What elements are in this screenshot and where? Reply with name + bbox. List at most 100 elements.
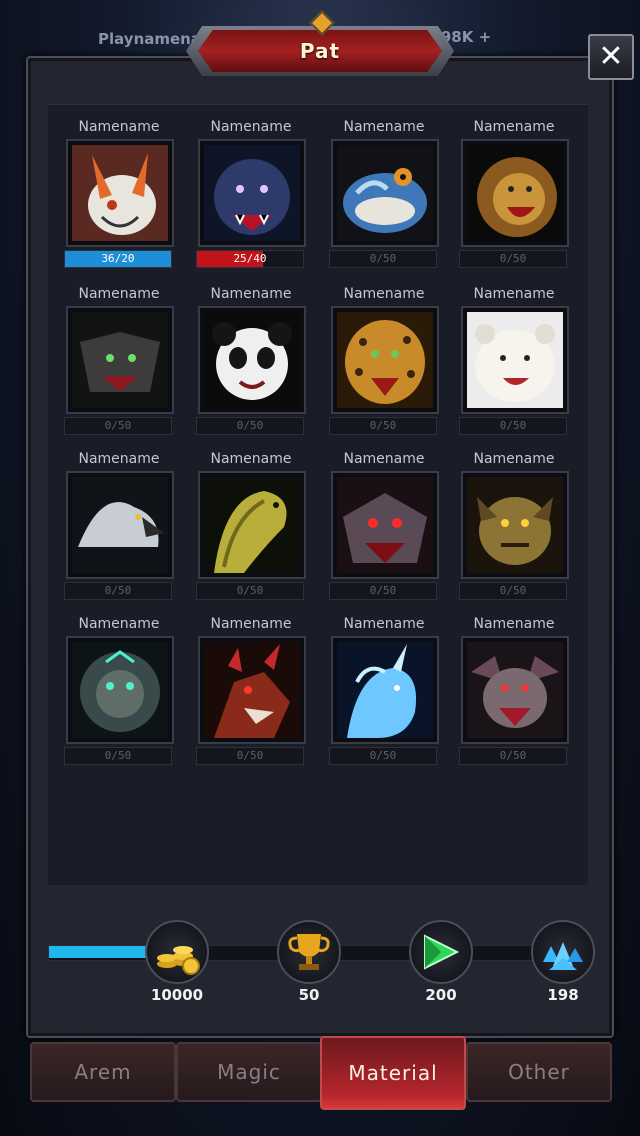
red-dragon-icon (204, 642, 300, 738)
pet-card[interactable]: Namename 0/50 (459, 602, 569, 765)
pet-card[interactable]: Namename 0/50 (64, 602, 174, 765)
tab-material[interactable]: Material (320, 1036, 466, 1110)
pet-name: Namename (473, 286, 555, 302)
tab-arem[interactable]: Arem (30, 1042, 176, 1102)
pet-card[interactable]: Namename 0/50 (329, 105, 439, 268)
pet-progress-bar: 0/50 (329, 747, 437, 765)
trophy-icon (277, 920, 341, 984)
pet-portrait[interactable] (331, 139, 439, 247)
add-resource-button[interactable]: + (479, 28, 492, 46)
panda-icon (204, 312, 300, 408)
pet-card[interactable]: Namename 0/50 (196, 437, 306, 600)
pet-grid: Namename 36/20 Namename 25/40 Namename 0/50 Na… (48, 104, 588, 885)
pet-card[interactable]: Namename 0/50 (329, 272, 439, 435)
spirit-lion-icon (72, 642, 168, 738)
eagle-icon (72, 477, 168, 573)
tab-magic[interactable]: Magic (176, 1042, 322, 1102)
pet-name: Namename (210, 286, 292, 302)
pet-progress-text: 0/50 (236, 749, 264, 762)
blue-wolf-icon (204, 145, 300, 241)
pet-card[interactable]: Namename 0/50 (459, 437, 569, 600)
lion-icon (467, 145, 563, 241)
pet-portrait[interactable] (198, 139, 306, 247)
tab-bar: Arem Magic Material Other (30, 1036, 612, 1110)
pet-progress-bar: 0/50 (329, 417, 437, 435)
pet-portrait[interactable] (198, 636, 306, 744)
pet-portrait[interactable] (461, 471, 569, 579)
pet-progress-bar: 0/50 (459, 417, 567, 435)
pet-name: Namename (78, 286, 160, 302)
pet-portrait[interactable] (461, 139, 569, 247)
pet-progress-bar: 0/50 (459, 250, 567, 268)
close-button[interactable]: ✕ (588, 34, 634, 80)
red-demon-wolf-icon (337, 477, 433, 573)
pet-portrait[interactable] (331, 306, 439, 414)
pet-progress-text: 0/50 (499, 419, 527, 432)
pet-name: Namename (473, 119, 555, 135)
pet-card[interactable]: Namename 0/50 (459, 272, 569, 435)
pet-portrait[interactable] (198, 471, 306, 579)
pet-progress-bar: 0/50 (64, 417, 172, 435)
pet-portrait[interactable] (461, 636, 569, 744)
pet-name: Namename (210, 616, 292, 632)
pet-portrait[interactable] (66, 636, 174, 744)
pet-portrait[interactable] (331, 636, 439, 744)
blue-crystals-icon (531, 920, 595, 984)
pet-name: Namename (343, 616, 425, 632)
pet-progress-text: 0/50 (104, 749, 132, 762)
pet-name: Namename (343, 451, 425, 467)
pet-card[interactable]: Namename 0/50 (196, 602, 306, 765)
tab-other[interactable]: Other (466, 1042, 612, 1102)
pet-card[interactable]: Namename 25/40 (196, 105, 306, 268)
pet-card[interactable]: Namename 0/50 (64, 437, 174, 600)
pet-progress-text: 0/50 (236, 419, 264, 432)
pet-portrait[interactable] (66, 471, 174, 579)
milestone-reward[interactable]: 200 (396, 920, 486, 1010)
pet-card[interactable]: Namename 36/20 (64, 105, 174, 268)
pet-progress-text: 0/50 (369, 584, 397, 597)
pet-progress-text: 0/50 (499, 252, 527, 265)
pet-card[interactable]: Namename 0/50 (459, 105, 569, 268)
title-plate: Pat (198, 30, 442, 72)
milestone-reward[interactable]: 198 (518, 920, 608, 1010)
pet-progress-bar: 25/40 (196, 250, 304, 268)
pet-card[interactable]: Namename 0/50 (329, 437, 439, 600)
reward-amount: 198 (547, 986, 579, 1004)
pet-name: Namename (78, 119, 160, 135)
pet-progress-text: 0/50 (499, 749, 527, 762)
pet-card[interactable]: Namename 0/50 (64, 272, 174, 435)
pet-progress-text: 25/40 (233, 252, 267, 265)
reward-amount: 10000 (150, 986, 204, 1004)
pet-progress-text: 0/50 (369, 749, 397, 762)
pet-name: Namename (473, 616, 555, 632)
pet-progress-text: 0/50 (369, 419, 397, 432)
reward-amount: 200 (425, 986, 457, 1004)
pet-progress-bar: 0/50 (196, 747, 304, 765)
cobra-icon (204, 477, 300, 573)
pet-portrait[interactable] (461, 306, 569, 414)
pet-card[interactable]: Namename 0/50 (196, 272, 306, 435)
bat-beast-icon (467, 642, 563, 738)
pet-progress-bar: 0/50 (329, 250, 437, 268)
pet-progress-text: 0/50 (369, 252, 397, 265)
pet-progress-text: 0/50 (104, 419, 132, 432)
milestone-reward[interactable]: 10000 (132, 920, 222, 1010)
pet-progress-bar: 0/50 (329, 582, 437, 600)
pet-progress-bar: 0/50 (459, 582, 567, 600)
pet-name: Namename (473, 451, 555, 467)
pet-progress-bar: 36/20 (64, 250, 172, 268)
pet-progress-text: 0/50 (104, 584, 132, 597)
pet-portrait[interactable] (66, 139, 174, 247)
ice-unicorn-icon (337, 642, 433, 738)
milestone-reward[interactable]: 50 (264, 920, 354, 1010)
pet-progress-bar: 0/50 (64, 747, 172, 765)
pet-portrait[interactable] (331, 471, 439, 579)
pet-portrait[interactable] (66, 306, 174, 414)
pet-card[interactable]: Namename 0/50 (329, 602, 439, 765)
pet-name: Namename (210, 451, 292, 467)
pet-name: Namename (343, 286, 425, 302)
pet-portrait[interactable] (198, 306, 306, 414)
pet-progress-text: 0/50 (499, 584, 527, 597)
page-title: Pat (299, 39, 341, 63)
pet-name: Namename (78, 616, 160, 632)
